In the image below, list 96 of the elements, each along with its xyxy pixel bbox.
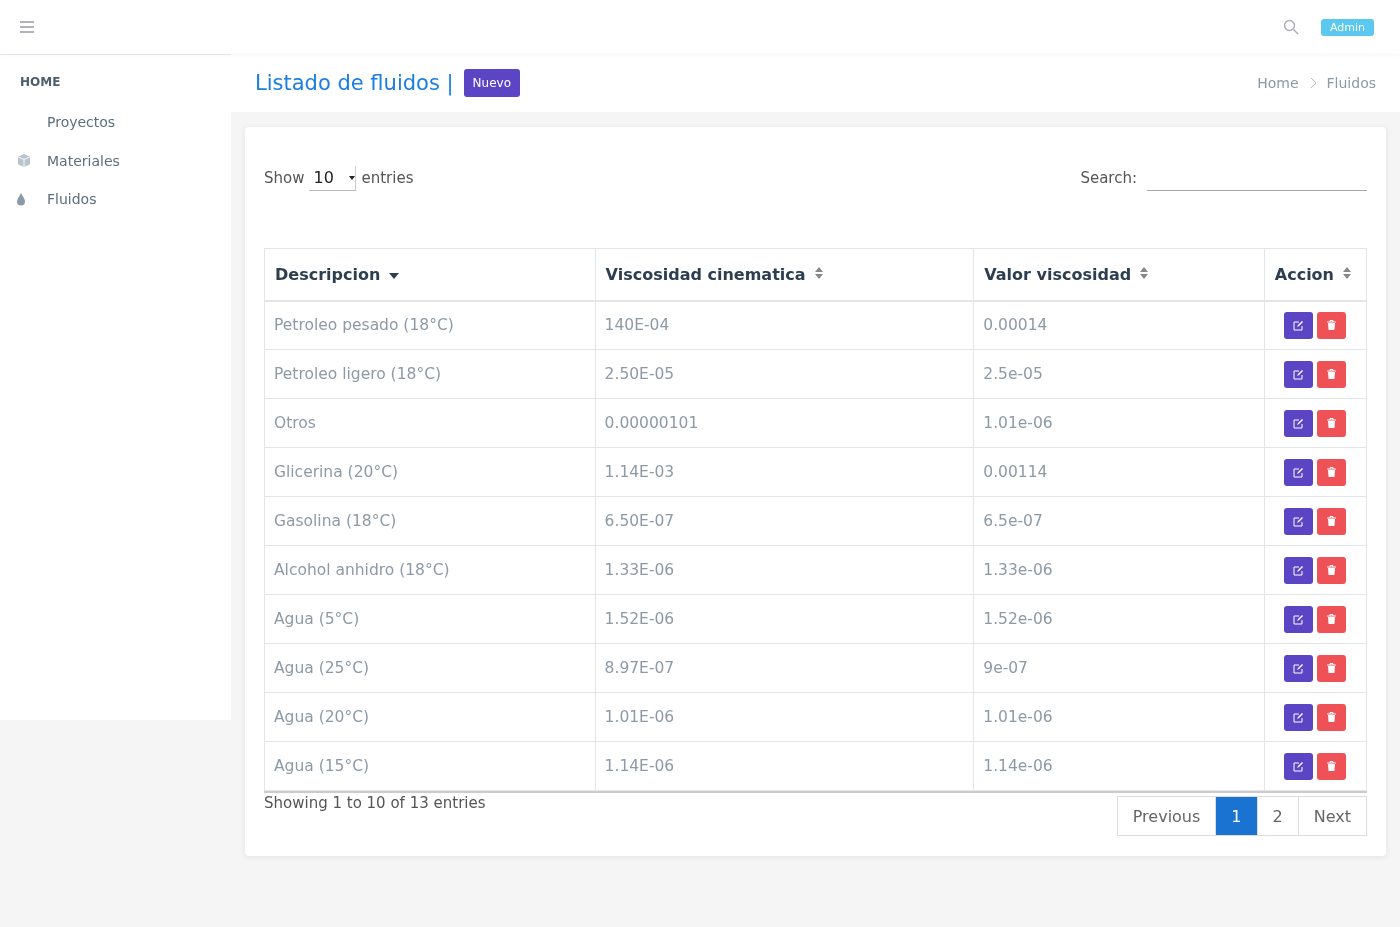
table-cell: 1.14E-03 [595, 447, 974, 497]
sidebar-heading: HOME [19, 75, 62, 91]
column-header[interactable]: Valor viscosidad [973, 248, 1265, 301]
trash-icon [1327, 761, 1337, 771]
trash-icon [1327, 516, 1337, 526]
table-cell: 1.52E-06 [595, 594, 974, 644]
table-cell: 1.33E-06 [595, 545, 974, 595]
table-cell: Petroleo ligero (18°C) [264, 349, 596, 399]
page-button[interactable]: 1 [1215, 796, 1258, 836]
edit-icon [1293, 515, 1305, 527]
trash-icon [1327, 614, 1337, 624]
column-header[interactable]: Descripcion [264, 248, 596, 301]
new-button[interactable]: Nuevo [463, 69, 521, 97]
table-cell: 0.00000101 [595, 398, 974, 448]
edit-button[interactable] [1284, 311, 1314, 339]
delete-button[interactable] [1317, 311, 1347, 339]
table-cell: Gasolina (18°C) [264, 496, 596, 546]
table-cell: Agua (15°C) [264, 741, 596, 791]
edit-button[interactable] [1284, 458, 1314, 486]
trash-icon [1327, 663, 1337, 673]
drop-icon [16, 192, 26, 206]
edit-button[interactable] [1284, 556, 1314, 584]
table-cell: 1.52e-06 [973, 594, 1265, 644]
cube-icon [16, 153, 32, 169]
sidebar-item[interactable]: Materiales [0, 141, 231, 180]
table-cell: 0.00114 [973, 447, 1265, 497]
sidebar-item[interactable]: Fluidos [0, 180, 231, 219]
show-label: Show [264, 169, 305, 187]
delete-button[interactable] [1317, 605, 1347, 633]
edit-button[interactable] [1284, 605, 1314, 633]
page-size-select[interactable]: 10 [309, 165, 357, 191]
table-cell: 6.50E-07 [595, 496, 974, 546]
table-cell: 9e-07 [973, 643, 1265, 693]
edit-icon [1293, 662, 1305, 674]
search-label: Search: [1080, 169, 1137, 187]
delete-button[interactable] [1317, 556, 1347, 584]
trash-icon [1327, 712, 1337, 722]
sidebar-item[interactable]: Proyectos [0, 103, 231, 142]
edit-icon [1293, 417, 1305, 429]
page-button[interactable]: 2 [1256, 796, 1299, 836]
delete-button[interactable] [1317, 654, 1347, 682]
table-cell: 8.97E-07 [595, 643, 974, 693]
table-cell: 140E-04 [595, 300, 974, 350]
trash-icon [1327, 369, 1337, 379]
edit-button[interactable] [1284, 654, 1314, 682]
trash-icon [1327, 565, 1337, 575]
table-cell: Alcohol anhidro (18°C) [264, 545, 596, 595]
table-cell: 2.5e-05 [973, 349, 1265, 399]
edit-button[interactable] [1284, 703, 1314, 731]
table-cell: 1.33e-06 [973, 545, 1265, 595]
delete-button[interactable] [1317, 703, 1347, 731]
edit-icon [1293, 466, 1305, 478]
trash-icon [1327, 418, 1337, 428]
edit-icon [1293, 760, 1305, 772]
page-title: Listado de fluidos | [255, 71, 454, 95]
edit-icon [1293, 564, 1305, 576]
page-button[interactable]: Previous [1116, 796, 1217, 836]
delete-button[interactable] [1317, 507, 1347, 535]
edit-icon [1293, 613, 1305, 625]
table-cell: Agua (25°C) [264, 643, 596, 693]
edit-icon [1293, 711, 1305, 723]
table-cell: Otros [264, 398, 596, 448]
delete-button[interactable] [1317, 409, 1347, 437]
menu-icon[interactable] [20, 21, 34, 33]
table-cell: 2.50E-05 [595, 349, 974, 399]
column-header[interactable]: Viscosidad cinematica [595, 248, 974, 301]
trash-icon [1327, 467, 1337, 477]
edit-icon [1293, 319, 1305, 331]
table-cell: Agua (20°C) [264, 692, 596, 742]
table-cell: Agua (5°C) [264, 594, 596, 644]
table-cell: 1.01e-06 [973, 398, 1265, 448]
page-button[interactable]: Next [1297, 796, 1367, 836]
search-icon[interactable] [1282, 19, 1299, 35]
chevron-icon [1308, 77, 1317, 89]
table-cell: 0.00014 [973, 300, 1265, 350]
table-cell: Glicerina (20°C) [264, 447, 596, 497]
delete-button[interactable] [1317, 360, 1347, 388]
delete-button[interactable] [1317, 458, 1347, 486]
edit-icon [1293, 368, 1305, 380]
table-cell: 1.01E-06 [595, 692, 974, 742]
column-header[interactable]: Accion [1264, 248, 1367, 301]
table-cell: 1.14E-06 [595, 741, 974, 791]
table-cell: 1.14e-06 [973, 741, 1265, 791]
entries-label: entries [361, 169, 414, 187]
table-cell: Petroleo pesado (18°C) [264, 300, 596, 350]
caret-icon [349, 175, 356, 180]
table-cell: 1.01e-06 [973, 692, 1265, 742]
trash-icon [1327, 320, 1337, 331]
table-info: Showing 1 to 10 of 13 entries [264, 794, 486, 812]
table-cell: 6.5e-07 [973, 496, 1265, 546]
edit-button[interactable] [1284, 360, 1314, 388]
edit-button[interactable] [1284, 507, 1314, 535]
edit-button[interactable] [1284, 752, 1314, 780]
breadcrumb-link[interactable]: Fluidos [1326, 75, 1376, 91]
delete-button[interactable] [1317, 752, 1347, 780]
edit-button[interactable] [1284, 409, 1314, 437]
